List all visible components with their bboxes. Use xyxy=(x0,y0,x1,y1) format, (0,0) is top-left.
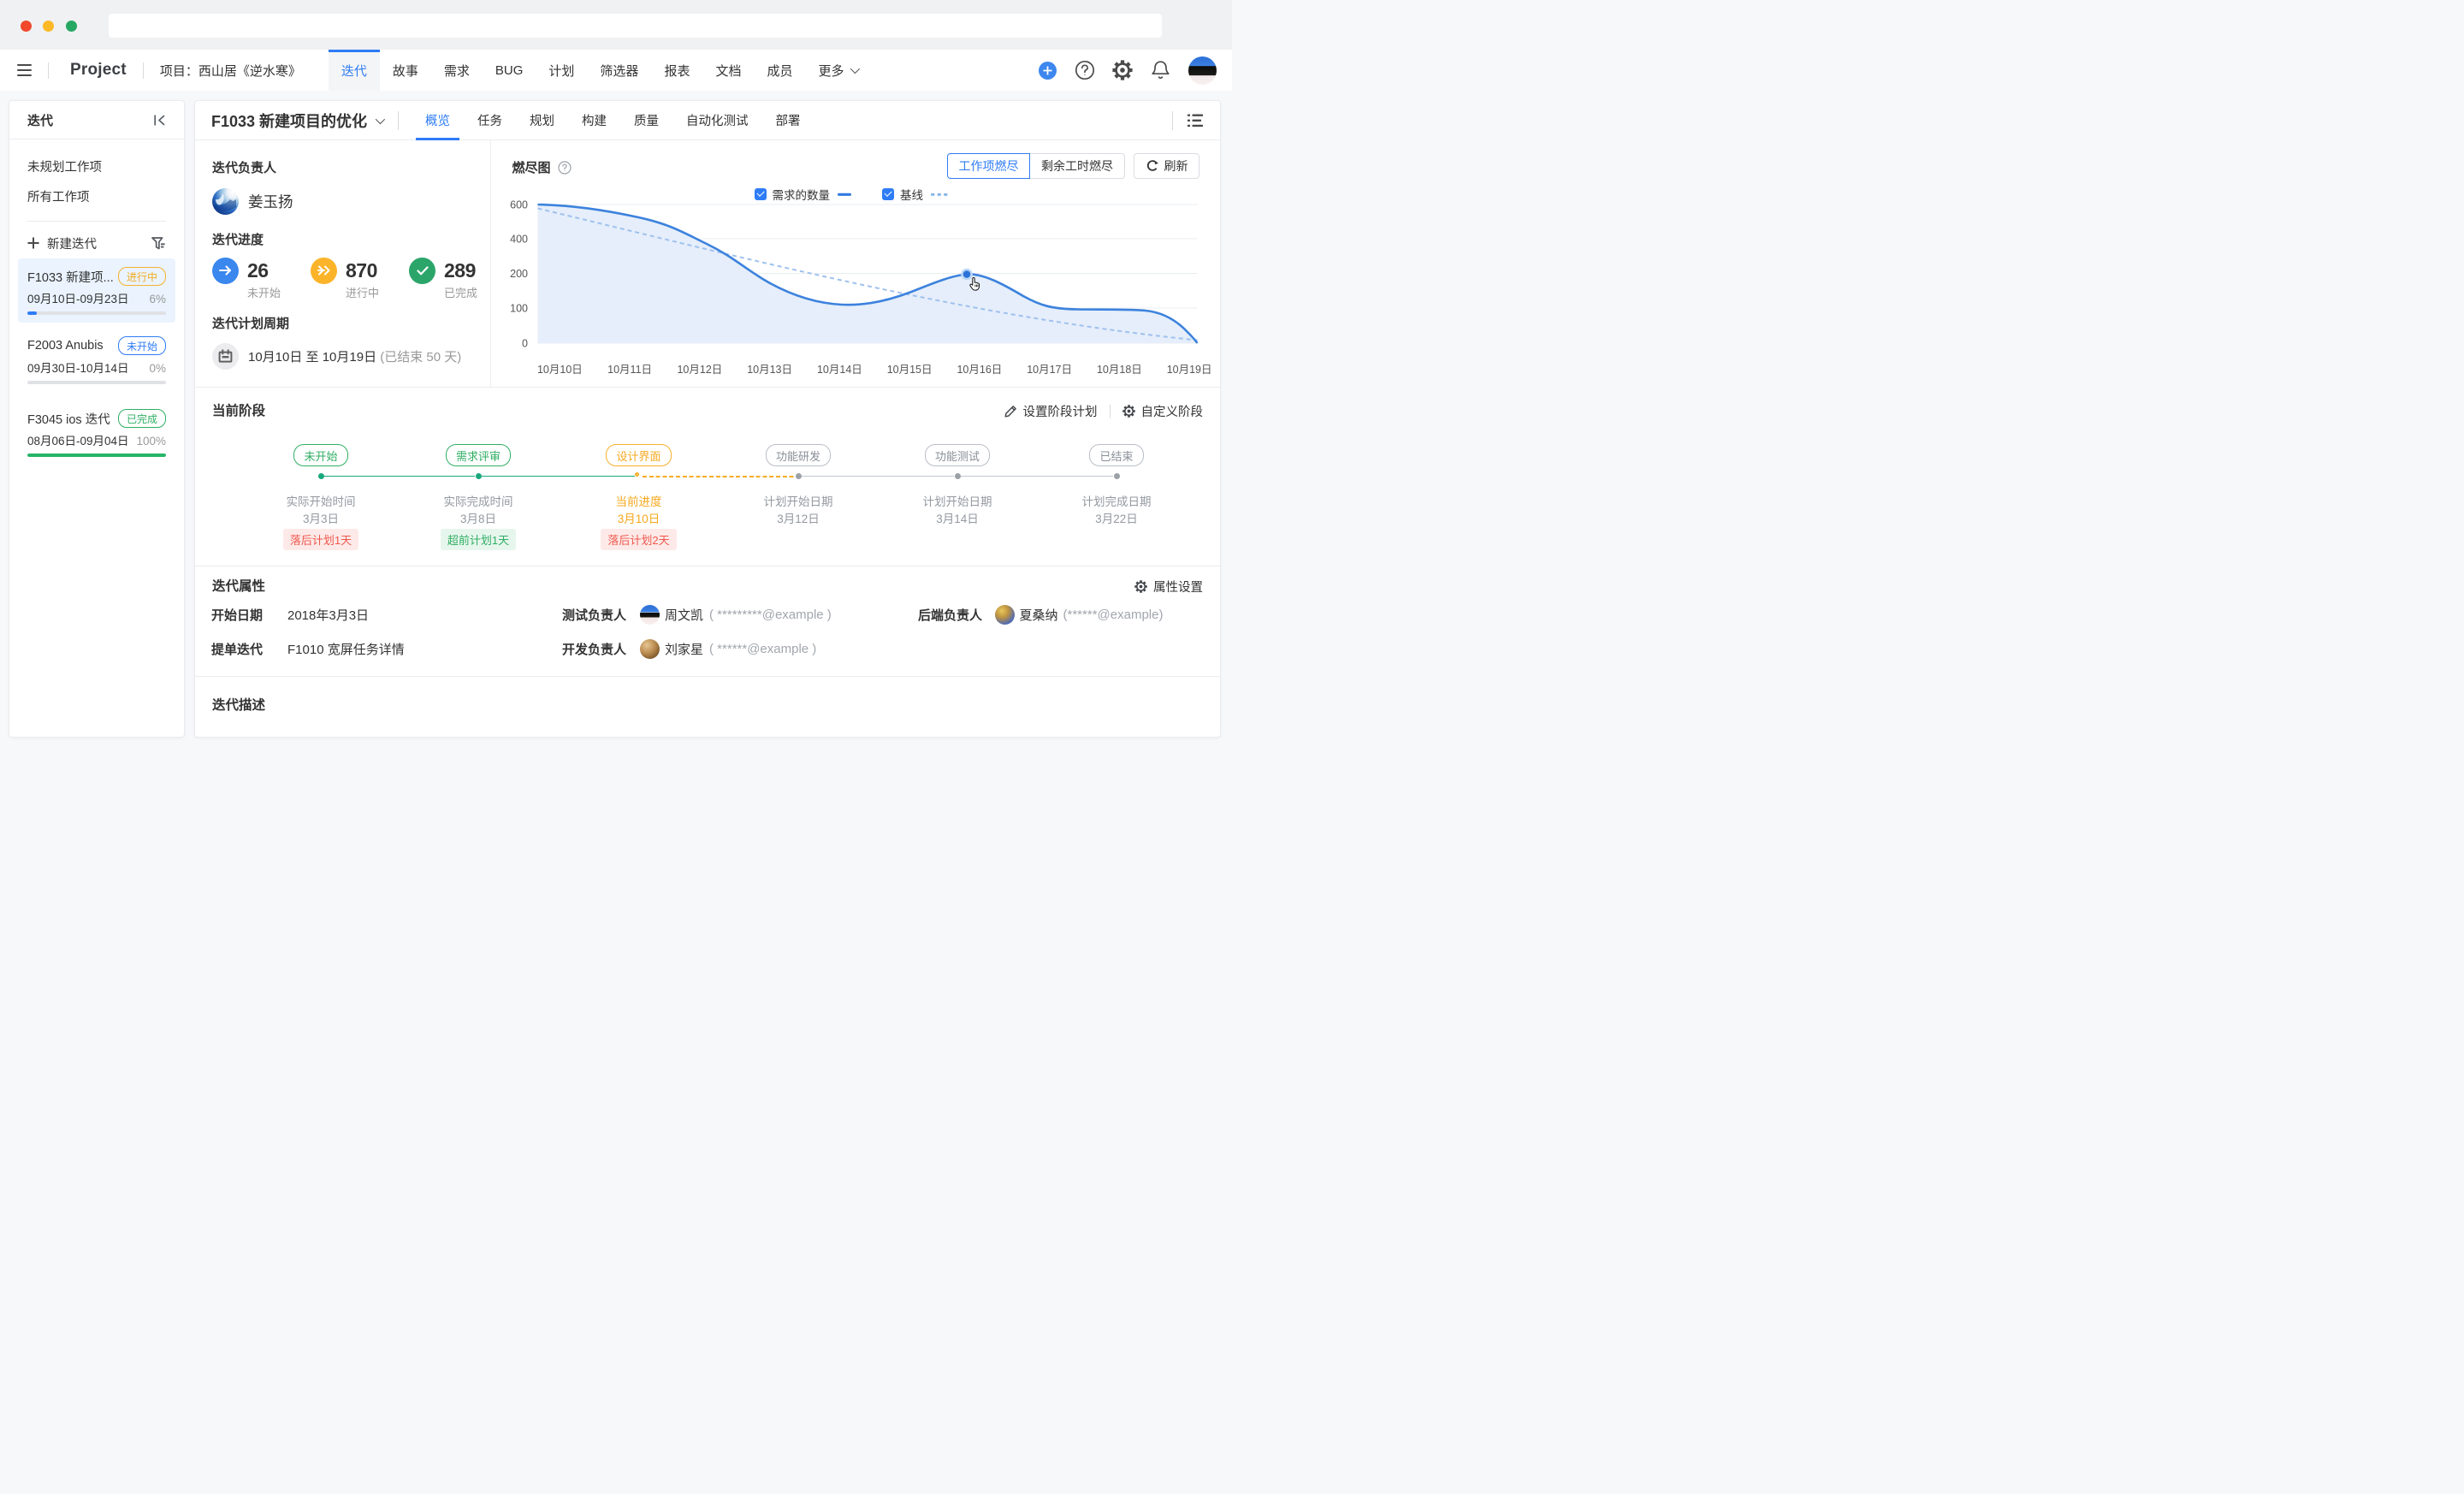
svg-text:100: 100 xyxy=(510,303,528,315)
svg-text:200: 200 xyxy=(510,268,528,280)
svg-text:0: 0 xyxy=(522,338,528,350)
svg-text:10月18日: 10月18日 xyxy=(1096,364,1141,376)
svg-text:10月15日: 10月15日 xyxy=(886,364,932,376)
svg-text:10月13日: 10月13日 xyxy=(747,364,792,376)
svg-text:10月16日: 10月16日 xyxy=(957,364,1002,376)
svg-text:10月10日: 10月10日 xyxy=(536,364,582,376)
svg-text:600: 600 xyxy=(510,199,528,211)
svg-text:10月14日: 10月14日 xyxy=(816,364,862,376)
svg-text:400: 400 xyxy=(510,234,528,246)
svg-text:10月11日: 10月11日 xyxy=(607,364,652,376)
svg-text:10月17日: 10月17日 xyxy=(1027,364,1072,376)
svg-text:10月19日: 10月19日 xyxy=(1166,364,1211,376)
svg-text:10月12日: 10月12日 xyxy=(677,364,722,376)
